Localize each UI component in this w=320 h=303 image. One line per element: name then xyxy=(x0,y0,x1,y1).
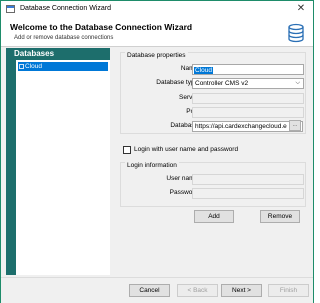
database-type-select[interactable]: Controller CMS v2 ⌵ xyxy=(192,78,304,89)
wizard-footer: Cancel < Back Next > Finish xyxy=(1,277,313,303)
database-icon xyxy=(288,23,304,43)
login-information-title: Login information xyxy=(125,162,179,169)
database-properties-title: Database properties xyxy=(125,52,188,59)
chevron-down-icon: ⌵ xyxy=(295,80,300,86)
database-properties-section: Database properties Name: Cloud Database… xyxy=(120,52,306,134)
cancel-button[interactable]: Cancel xyxy=(129,284,170,297)
properties-panel: Database properties Name: Cloud Database… xyxy=(117,48,308,275)
database-type-value: Controller CMS v2 xyxy=(195,80,249,87)
window-title: Database Connection Wizard xyxy=(20,5,112,12)
item-check-icon xyxy=(19,64,24,69)
list-item-label: Cloud xyxy=(25,63,42,70)
username-field[interactable] xyxy=(192,174,304,185)
databases-panel: Databases Cloud xyxy=(6,48,110,275)
login-checkbox[interactable] xyxy=(123,146,131,154)
name-field[interactable]: Cloud xyxy=(192,64,304,75)
password-field[interactable] xyxy=(192,188,304,199)
databases-list[interactable]: Cloud xyxy=(16,60,110,275)
back-button[interactable]: < Back xyxy=(177,284,218,297)
finish-button[interactable]: Finish xyxy=(268,284,309,297)
port-field[interactable] xyxy=(192,107,304,118)
browse-button[interactable]: ... xyxy=(289,120,301,131)
add-button[interactable]: Add xyxy=(194,210,234,223)
title-bar: Database Connection Wizard ✕ xyxy=(1,1,313,18)
databases-header: Databases xyxy=(6,48,110,60)
close-icon[interactable]: ✕ xyxy=(295,3,307,15)
header-subtitle: Add or remove database connections xyxy=(14,35,114,41)
wizard-header: Welcome to the Database Connection Wizar… xyxy=(1,18,313,47)
list-item[interactable]: Cloud xyxy=(18,62,108,71)
wizard-window: Database Connection Wizard ✕ Welcome to … xyxy=(0,0,314,303)
window-icon xyxy=(6,5,15,13)
login-information-section: Login information User name: Password: xyxy=(120,162,306,207)
database-field[interactable]: https://api.cardexchangecloud.e xyxy=(192,121,303,132)
server-field[interactable] xyxy=(192,93,304,104)
name-value: Cloud xyxy=(194,67,213,74)
remove-button[interactable]: Remove xyxy=(260,210,300,223)
next-button[interactable]: Next > xyxy=(221,284,262,297)
header-title: Welcome to the Database Connection Wizar… xyxy=(10,22,193,32)
login-checkbox-label: Login with user name and password xyxy=(134,146,239,153)
